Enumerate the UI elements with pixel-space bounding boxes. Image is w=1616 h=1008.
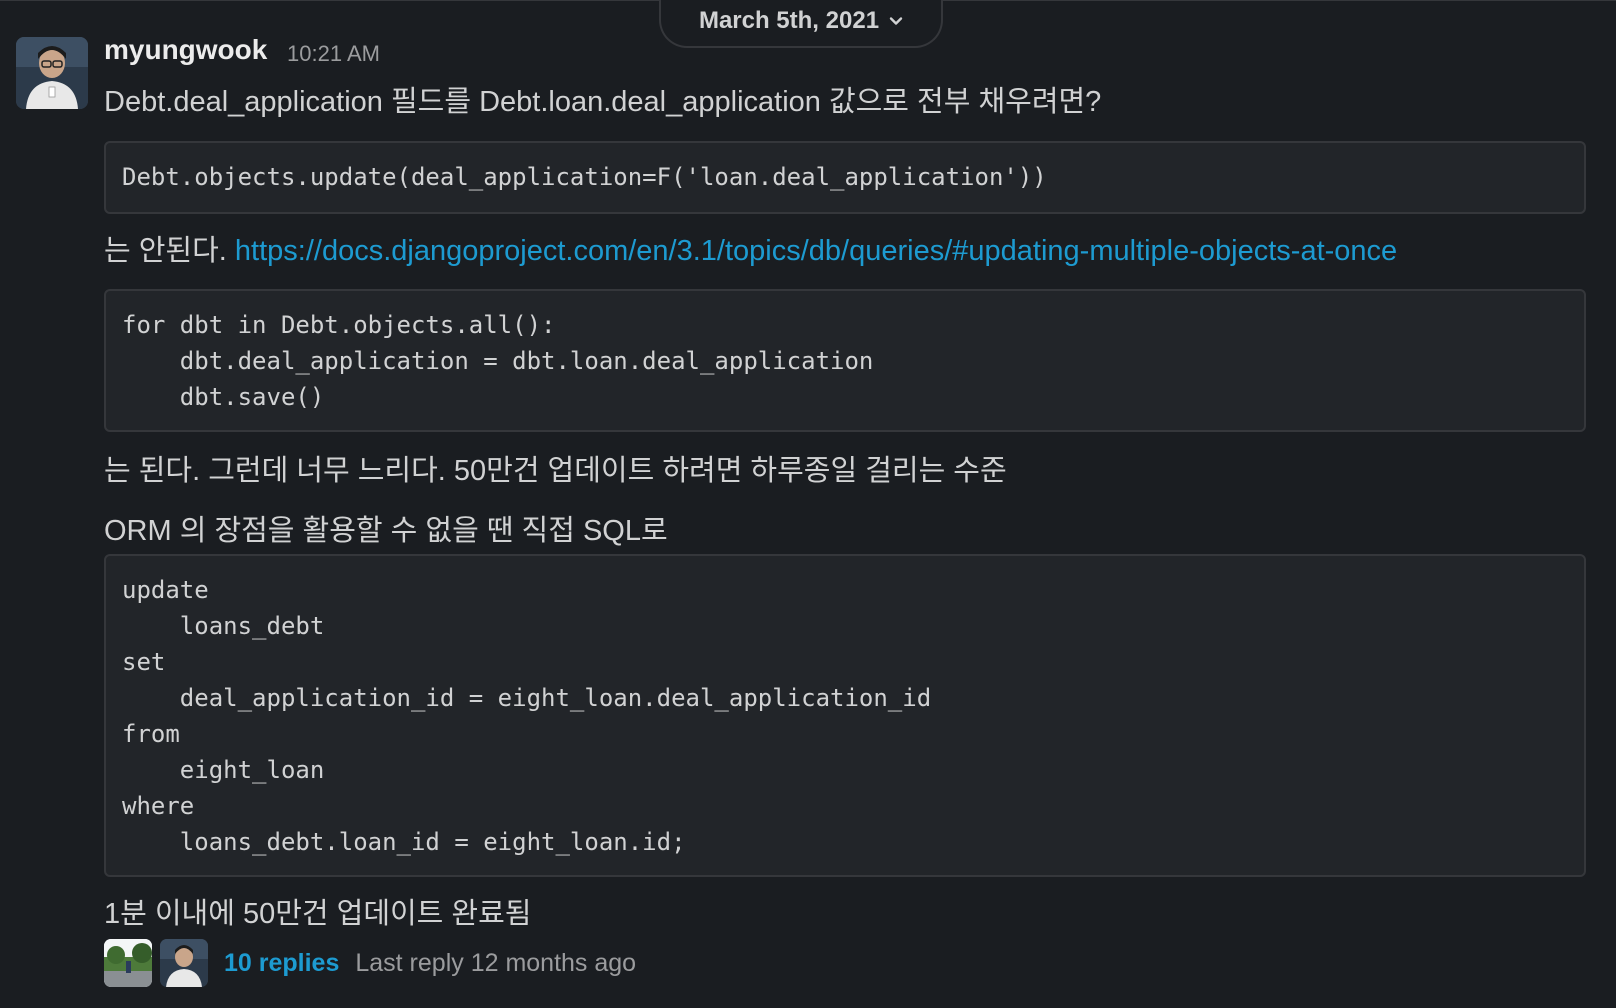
code-line: set [122, 648, 166, 676]
code-line: update [122, 576, 209, 604]
django-docs-link[interactable]: https://docs.djangoproject.com/en/3.1/to… [235, 235, 1397, 267]
code-line: Debt.objects.update(deal_application=F('… [122, 163, 1047, 191]
code-line: deal_application_id = eight_loan.deal_ap… [122, 684, 932, 712]
last-reply-text: Last reply 12 months ago [355, 948, 637, 977]
message-line-sql: ORM 의 장점을 활용할 수 없을 땐 직접 SQL로 [104, 515, 668, 547]
date-divider-label: March 5th, 2021 [698, 7, 880, 34]
reply-avatar[interactable] [160, 939, 208, 987]
message-line-prefix: 는 안된다. [104, 235, 235, 267]
message-line-link: 는 안된다. https://docs.djangoproject.com/en… [104, 227, 1397, 269]
replies-count-link[interactable]: 10 replies [224, 949, 339, 978]
code-line: from [122, 720, 180, 748]
code-block-loop: for dbt in Debt.objects.all(): dbt.deal_… [104, 289, 1586, 432]
message-timestamp[interactable]: 10:21 AM [287, 41, 380, 67]
chevron-down-icon [889, 17, 903, 25]
date-divider-button[interactable]: March 5th, 2021 [659, 0, 943, 48]
code-line: where [122, 792, 195, 820]
code-block-update: Debt.objects.update(deal_application=F('… [104, 141, 1586, 214]
code-line: loans_debt [122, 612, 325, 640]
code-line: dbt.save() [122, 383, 325, 411]
thread-summary[interactable]: 10 replies Last reply 12 months ago [104, 939, 636, 987]
message-line-slow: 는 된다. 그런데 너무 느리다. 50만건 업데이트 하려면 하루종일 걸리는… [104, 455, 1007, 487]
reply-avatar[interactable] [104, 939, 152, 987]
code-block-sql: update loans_debt set deal_application_i… [104, 554, 1586, 877]
code-line: dbt.deal_application = dbt.loan.deal_app… [122, 347, 874, 375]
code-line: eight_loan [122, 756, 325, 784]
code-line: for dbt in Debt.objects.all(): [122, 311, 556, 339]
outdoor-photo-avatar-icon [104, 939, 152, 987]
author-avatar[interactable] [16, 37, 88, 109]
message-line-result: 1분 이내에 50만건 업데이트 완료됨 [104, 898, 532, 930]
code-line: loans_debt.loan_id = eight_loan.id; [122, 828, 686, 856]
message-line-question: Debt.deal_application 필드를 Debt.loan.deal… [104, 86, 1102, 118]
author-name[interactable]: myungwook [104, 34, 267, 66]
user-avatar-icon [16, 37, 88, 109]
user-avatar-icon [160, 939, 208, 987]
